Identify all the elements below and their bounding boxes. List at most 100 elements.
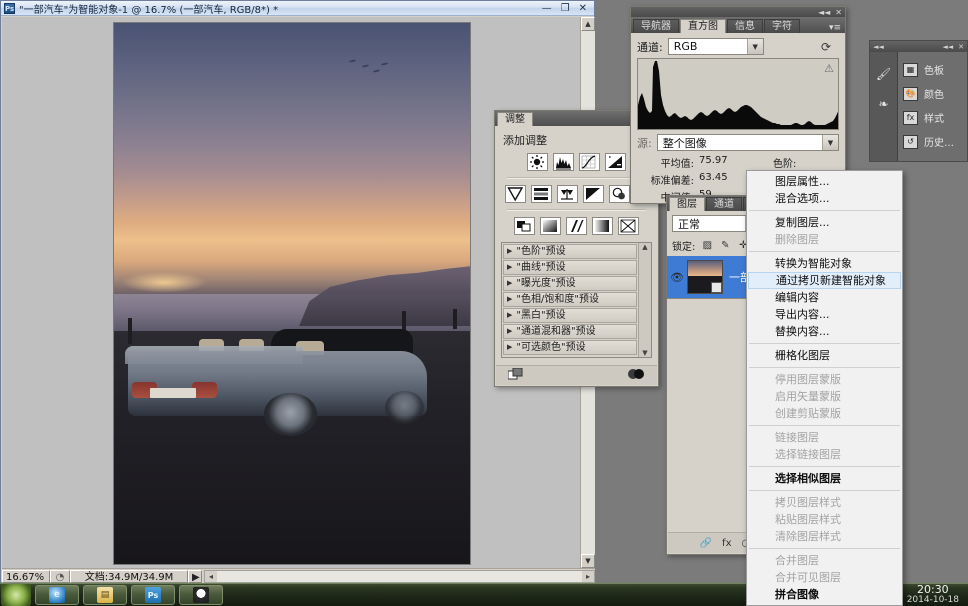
black-white-icon[interactable] (583, 185, 604, 203)
menu-item-edit-contents[interactable]: 编辑内容 (747, 289, 902, 306)
expand-dock-icon[interactable]: ◄◄ (873, 43, 884, 51)
menu-item-new-smart-object-via-copy[interactable]: 通过拷贝新建智能对象 (748, 272, 901, 289)
tab-layers[interactable]: 图层 (669, 197, 705, 211)
exposure-icon[interactable] (605, 153, 626, 171)
tab-character[interactable]: 字符 (764, 19, 800, 33)
status-bar: 16.67% ◔ 文档:34.9M/34.9M ▶ ◂ ▸ (2, 568, 595, 583)
presets-scroll-up[interactable]: ▲ (639, 243, 651, 251)
menu-item-replace-contents[interactable]: 替换内容... (747, 323, 902, 340)
taskbar-button-explorer[interactable]: ▤ (83, 585, 127, 605)
tab-info[interactable]: 信息 (727, 19, 763, 33)
layer-style-icon[interactable]: fx (722, 538, 731, 549)
preset-label: "曲线"预设 (516, 262, 566, 273)
preset-curves[interactable]: ▶ "曲线"预设 (503, 260, 637, 275)
close-icon[interactable]: ✕ (958, 43, 964, 51)
collapse-icon[interactable]: ◄◄ (942, 43, 953, 51)
dock-item-history[interactable]: ↺ 历史… (903, 134, 967, 149)
status-menu-arrow[interactable]: ▶ (188, 569, 202, 583)
cached-data-warning-icon[interactable]: ⚠ (824, 62, 834, 75)
histogram-channel-row: 通道: RGB ▼ ⟳ (631, 33, 845, 58)
scroll-up-arrow[interactable]: ▲ (581, 17, 595, 31)
taskbar-button-photoshop[interactable]: Ps (131, 585, 175, 605)
presets-scrollbar[interactable]: ▲ ▼ (638, 243, 651, 357)
hue-saturation-icon[interactable] (531, 185, 552, 203)
dock-item-styles[interactable]: fx 样式 (903, 110, 967, 125)
scroll-down-arrow[interactable]: ▼ (581, 554, 595, 568)
menu-item-delete-layer: 删除图层 (775, 233, 819, 246)
dock-item-swatches[interactable]: ▦ 色板 (903, 62, 967, 77)
tab-histogram[interactable]: 直方图 (680, 19, 726, 33)
posterize-icon[interactable] (540, 217, 561, 235)
clone-source-icon[interactable]: ❧ (875, 96, 893, 112)
document-canvas[interactable] (113, 22, 471, 565)
start-orb-icon[interactable] (1, 584, 31, 606)
preset-selective-color[interactable]: ▶ "可选颜色"预设 (503, 340, 637, 355)
maximize-button[interactable]: ❐ (561, 3, 570, 14)
divider (507, 177, 646, 179)
link-layers-icon[interactable]: 🔗 (700, 538, 712, 549)
tab-adjustments[interactable]: 调整 (497, 112, 533, 126)
taskbar-button-internet-explorer[interactable]: e (35, 585, 79, 605)
zoom-level-field[interactable]: 16.67% (2, 569, 50, 583)
history-icon: ↺ (903, 134, 918, 149)
lock-transparency-icon[interactable]: ▨ (701, 240, 713, 252)
preset-hue-saturation[interactable]: ▶ "色相/饱和度"预设 (503, 292, 637, 307)
panel-menu-icon[interactable]: ▾≡ (829, 23, 845, 33)
menu-item-convert-to-smart-object[interactable]: 转换为智能对象 (747, 255, 902, 272)
taskbar-button-qq[interactable] (179, 585, 223, 605)
curves-icon[interactable] (579, 153, 600, 171)
collapse-icon[interactable]: ◄◄ (818, 8, 830, 17)
menu-item-layer-properties[interactable]: 图层属性... (747, 173, 902, 190)
preset-items: ▶ "色阶"预设 ▶ "曲线"预设 ▶ "曝光度"预设 ▶ "色相/饱和度"预设 ▶ "黑… (502, 243, 638, 357)
adjustment-presets-list[interactable]: ▶ "色阶"预设 ▶ "曲线"预设 ▶ "曝光度"预设 ▶ "色相/饱和度"预设 ▶ "黑… (501, 242, 652, 358)
preset-channel-mixer[interactable]: ▶ "通道混和器"预设 (503, 324, 637, 339)
menu-item-export-contents[interactable]: 导出内容... (747, 306, 902, 323)
source-select[interactable]: 整个图像 ▼ (656, 134, 839, 151)
invert-icon[interactable] (514, 217, 535, 235)
brush-presets-icon[interactable]: 🖌 (875, 66, 893, 82)
close-icon[interactable]: ✕ (835, 8, 842, 17)
window-controls: — ❐ ✕ (542, 3, 594, 14)
channel-select[interactable]: RGB ▼ (667, 38, 764, 55)
photoshop-icon: Ps (4, 2, 15, 14)
view-previous-state-icon[interactable] (627, 368, 645, 383)
clock-date: 2014-10-18 (906, 595, 959, 605)
levels-icon[interactable] (553, 153, 574, 171)
clip-to-layer-icon[interactable] (507, 367, 524, 384)
brightness-contrast-icon[interactable] (527, 153, 548, 171)
close-button[interactable]: ✕ (579, 3, 587, 14)
hscroll-left-arrow[interactable]: ◂ (205, 570, 217, 582)
menu-item-select-linked-layers: 选择链接图层 (775, 448, 841, 461)
photo-filter-icon[interactable] (609, 185, 630, 203)
menu-item-clear-layer-style: 清除图层样式 (775, 530, 841, 543)
canvas-horizontal-scrollbar[interactable]: ◂ ▸ (204, 569, 595, 583)
lock-image-icon[interactable]: ✎ (719, 240, 731, 252)
tab-channels[interactable]: 通道 (706, 197, 742, 211)
menu-item-duplicate-layer[interactable]: 复制图层... (747, 214, 902, 231)
tab-navigator[interactable]: 导航器 (633, 19, 679, 33)
refresh-icon[interactable]: ⟳ (819, 40, 833, 54)
taskbar-clock[interactable]: 20:30 2014-10-18 (907, 584, 962, 606)
eye-icon[interactable]: 👁 (667, 271, 687, 284)
preset-black-white[interactable]: ▶ "黑白"预设 (503, 308, 637, 323)
histogram-source-row: 源: 整个图像 ▼ (631, 130, 845, 153)
menu-item-select-similar-layers[interactable]: 选择相似图层 (747, 470, 902, 487)
vibrance-icon[interactable] (505, 185, 526, 203)
preset-exposure[interactable]: ▶ "曝光度"预设 (503, 276, 637, 291)
color-balance-icon[interactable] (557, 185, 578, 203)
presets-scroll-down[interactable]: ▼ (639, 349, 651, 357)
chevron-down-icon: ▼ (746, 39, 763, 54)
minimize-button[interactable]: — (542, 3, 552, 14)
threshold-icon[interactable] (566, 217, 587, 235)
layer-context-menu[interactable]: 图层属性... 混合选项... 复制图层... 删除图层 转换为智能对象 通过拷… (746, 170, 903, 606)
hscroll-right-arrow[interactable]: ▸ (582, 570, 594, 582)
window-titlebar[interactable]: Ps "一部汽车"为智能对象-1 @ 16.7% (一部汽车, RGB/8*) … (1, 1, 594, 16)
menu-item-rasterize-layer[interactable]: 栅格化图层 (747, 347, 902, 364)
preset-levels[interactable]: ▶ "色阶"预设 (503, 244, 637, 259)
document-size-label: 文档:34.9M/34.9M (70, 569, 188, 583)
gradient-map-icon[interactable] (592, 217, 613, 235)
layer-thumbnail[interactable] (687, 260, 723, 294)
menu-item-flatten-image[interactable]: 拼合图像 (747, 586, 902, 603)
menu-item-blending-options[interactable]: 混合选项... (747, 190, 902, 207)
dock-item-color[interactable]: 🎨 颜色 (903, 86, 967, 101)
